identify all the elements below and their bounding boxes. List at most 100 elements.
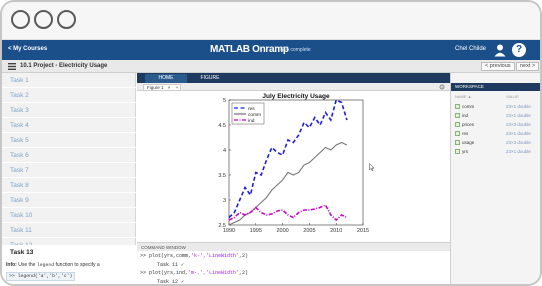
var-value: 23×1 double <box>506 113 531 118</box>
y-tick-label: 4 <box>223 148 226 154</box>
command-code-end: ,2) <box>239 270 249 276</box>
workspace-row[interactable]: usage 23×3 double <box>451 138 540 147</box>
var-name: yrs <box>462 149 468 154</box>
task-item-2[interactable]: Task 2 <box>2 88 136 103</box>
help-icon[interactable]: ? <box>512 43 526 57</box>
chart-title: July Electricity Usage <box>262 93 330 100</box>
variable-icon <box>455 122 460 127</box>
task-sidebar: Task 1 Task 2 Task 3 Task 4 Task 5 Task … <box>2 73 136 284</box>
task-item-3[interactable]: Task 3 <box>2 103 136 118</box>
task-item-8[interactable]: Task 8 <box>2 178 136 193</box>
info-code: legend <box>36 263 55 268</box>
task-item-13[interactable]: Task 13 <box>2 245 136 260</box>
variable-icon <box>455 149 460 154</box>
task-item-7[interactable]: Task 7 <box>2 163 136 178</box>
info-text: Use the <box>16 262 37 268</box>
legend-label-ind: ind <box>248 118 255 124</box>
task-item-9[interactable]: Task 9 <box>2 193 136 208</box>
command-code-end: ,2) <box>239 253 249 259</box>
var-value: 23×1 double <box>506 149 531 154</box>
info-suffix: function to specify a <box>54 262 100 268</box>
menu-icon[interactable] <box>8 63 16 70</box>
tab-home[interactable]: HOME <box>145 74 187 83</box>
task-item-1[interactable]: Task 1 <box>2 73 136 88</box>
prompt: >> <box>140 270 150 276</box>
info-label: Info: <box>6 262 17 268</box>
workspace-panel: WORKSPACE NAME ▲ VALUE comm 23×1 double i… <box>450 73 540 284</box>
command-window-header: COMMAND WINDOW <box>137 242 450 251</box>
workspace-row[interactable]: yrs 23×1 double <box>451 147 540 156</box>
var-name: ind <box>462 113 469 118</box>
top-bar: < My Courses MATLAB Onramp 72% complete … <box>2 40 540 60</box>
person-icon[interactable] <box>493 43 507 57</box>
mouse-cursor-icon <box>369 163 375 171</box>
col-value[interactable]: VALUE <box>506 94 519 99</box>
tab-figure[interactable]: FIGURE <box>189 74 231 83</box>
legend-label-res: res <box>248 106 255 112</box>
main-panel: HOME FIGURE Figure 1 × + July Electricit… <box>137 73 450 285</box>
x-tick-label: 2015 <box>357 228 369 234</box>
y-tick-label: 5 <box>223 98 226 104</box>
brand-title: MATLAB Onramp <box>210 44 289 55</box>
command-code: plot(yrs,ind, <box>149 270 189 276</box>
x-tick-label: 1995 <box>250 228 262 234</box>
y-tick-label: 3.5 <box>218 173 226 179</box>
variable-icon <box>455 113 460 118</box>
workspace-title: WORKSPACE <box>451 83 540 91</box>
task-item-11[interactable]: Task 11 <box>2 223 136 238</box>
lesson-bar: 10.1 Project - Electricity Usage < previ… <box>2 60 540 73</box>
info-example-code[interactable]: >> legend('a','b','c') <box>6 272 76 281</box>
var-value: 23×1 double <box>506 131 531 136</box>
task-item-10[interactable]: Task 10 <box>2 208 136 223</box>
progress-text: 72% complete <box>279 47 311 53</box>
task-info: Info: Use the legend function to specify… <box>2 260 136 284</box>
user-name[interactable]: Chel Childe <box>455 46 486 52</box>
next-button[interactable]: next > <box>516 62 540 71</box>
var-name: prices <box>462 122 475 127</box>
workspace-row[interactable]: res 23×1 double <box>451 129 540 138</box>
y-tick-label: 2.5 <box>218 223 226 229</box>
var-name: usage <box>462 140 475 145</box>
app-window: < My Courses MATLAB Onramp 72% complete … <box>0 0 542 286</box>
window-chrome <box>2 2 540 40</box>
var-value: 23×3 double <box>506 122 531 127</box>
x-tick-label: 2005 <box>303 228 315 234</box>
close-window-button[interactable] <box>11 10 30 29</box>
task-item-6[interactable]: Task 6 <box>2 148 136 163</box>
var-value: 23×1 double <box>506 104 531 109</box>
command-line-2: >> plot(yrs,ind,'m-.','LineWidth',2) <box>140 270 248 276</box>
variable-icon <box>455 140 460 145</box>
figure-tab-label: Figure 1 <box>147 85 164 90</box>
variable-icon <box>455 131 460 136</box>
task-complete-12: Task 12 ✓ <box>157 279 185 285</box>
variable-icon <box>455 104 460 109</box>
command-string: 'k-','LineWidth' <box>191 253 240 259</box>
var-name: comm <box>462 104 475 109</box>
prompt: >> <box>140 253 150 259</box>
y-tick-label: 3 <box>223 198 226 204</box>
my-courses-link[interactable]: < My Courses <box>8 46 47 52</box>
task-item-5[interactable]: Task 5 <box>2 133 136 148</box>
close-icon[interactable]: × <box>168 85 171 90</box>
workspace-row[interactable]: ind 23×1 double <box>451 111 540 120</box>
electricity-chart[interactable]: July Electricity Usage 1990 1995 2000 2005 2… <box>137 91 450 241</box>
command-code: plot(yrs,comm, <box>149 253 192 259</box>
y-tick-label: 4.5 <box>218 123 226 129</box>
figure-tab[interactable]: Figure 1 × + <box>143 84 181 91</box>
command-string: 'm-.','LineWidth' <box>188 270 240 276</box>
lesson-title: 10.1 Project - Electricity Usage <box>20 63 108 69</box>
task-complete-11: Task 11 ✓ <box>157 262 185 268</box>
workspace-row[interactable]: comm 23×1 double <box>451 102 540 111</box>
task-item-4[interactable]: Task 4 <box>2 118 136 133</box>
col-name[interactable]: NAME ▲ <box>455 94 472 99</box>
workspace-row[interactable]: prices 23×3 double <box>451 120 540 129</box>
minimize-window-button[interactable] <box>34 10 53 29</box>
workspace-columns: NAME ▲ VALUE <box>451 94 540 102</box>
previous-button[interactable]: < previous <box>481 62 515 71</box>
figure-tab-bar: Figure 1 × + <box>137 83 450 91</box>
add-figure-icon[interactable]: + <box>176 85 179 90</box>
zoom-window-button[interactable] <box>57 10 76 29</box>
command-line-1: >> plot(yrs,comm,'k-','LineWidth',2) <box>140 253 248 259</box>
settings-icon[interactable] <box>439 84 445 90</box>
x-tick-label: 2010 <box>330 228 342 234</box>
